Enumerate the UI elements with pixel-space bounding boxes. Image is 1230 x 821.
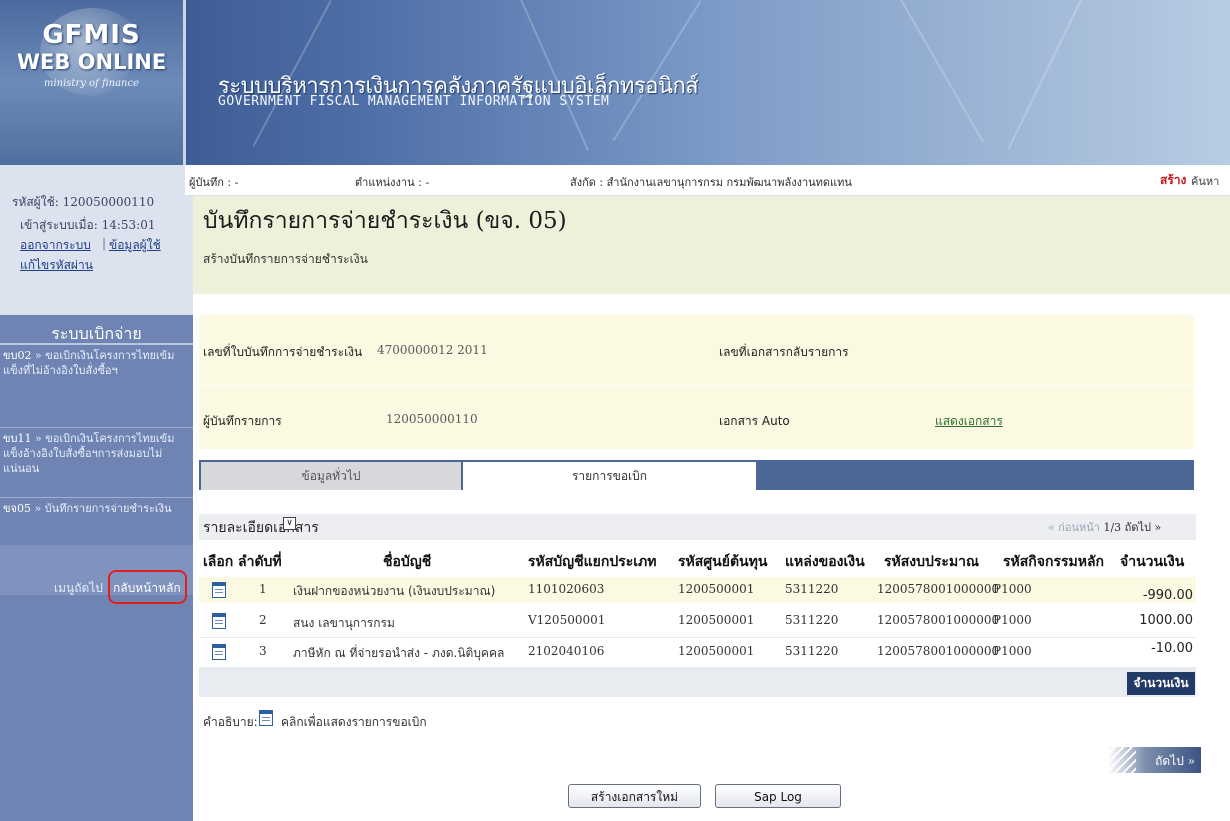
highlight-box bbox=[108, 570, 187, 604]
doc-number-label: เลขที่ใบบันทึกการจ่ายชำระเงิน bbox=[203, 345, 363, 359]
fund-source: 5311220 bbox=[785, 644, 839, 658]
detail-header bbox=[199, 514, 1196, 540]
prev-page-link[interactable]: « ก่อนหน้า bbox=[1048, 521, 1100, 534]
activity-code: P1000 bbox=[993, 644, 1032, 658]
column-header: รหัสงบประมาณ bbox=[884, 554, 980, 570]
recorder-label: ผู้บันทึก : - bbox=[189, 176, 239, 189]
banner-divider bbox=[183, 0, 186, 165]
budget-code: 1200578001000000 bbox=[877, 613, 1000, 627]
user-info-link[interactable]: ข้อมูลผู้ใช้ bbox=[109, 236, 161, 255]
system-title-english: GOVERNMENT FISCAL MANAGEMENT INFORMATION… bbox=[218, 94, 610, 109]
document-icon[interactable] bbox=[212, 644, 226, 660]
page-subtitle: สร้างบันทึกรายการจ่ายชำระเงิน bbox=[203, 252, 368, 266]
column-header: รหัสบัญชีแยกประเภท bbox=[528, 554, 657, 570]
pager: « ก่อนหน้า 1/3 ถัดไป » bbox=[1048, 518, 1161, 536]
tab-general[interactable]: ข้อมูลทั่วไป bbox=[201, 462, 461, 490]
collapse-icon[interactable]: ∨ bbox=[283, 517, 296, 530]
document-icon[interactable] bbox=[212, 582, 226, 598]
column-header: เลือก bbox=[203, 554, 234, 570]
sidebar-item-kb02[interactable]: ขบ02 » ขอเบิกเงินโครงการไทยเข้มแข็งที่ไม… bbox=[0, 346, 193, 426]
gl-code: 1101020603 bbox=[528, 582, 605, 596]
legend-text: คลิกเพื่อแสดงรายการขอเบิก bbox=[281, 715, 427, 729]
search-action[interactable]: ค้นหา bbox=[1191, 172, 1219, 190]
page-title: บันทึกรายการจ่ายชำระเงิน (ขจ. 05) bbox=[203, 208, 567, 234]
next-button[interactable]: ถัดไป » bbox=[1108, 747, 1201, 773]
auto-doc-label: เอกสาร Auto bbox=[719, 414, 790, 428]
net-amount-label: จำนวนเงินสุทธิ bbox=[1127, 672, 1195, 713]
login-time: เข้าสู่ระบบเมื่อ: 14:53:01 bbox=[20, 218, 156, 232]
account-name: สนง เลขานุการกรม bbox=[293, 616, 395, 630]
menu-divider bbox=[0, 427, 193, 428]
fund-source: 5311220 bbox=[785, 582, 839, 596]
logo-tagline: ministry of finance bbox=[43, 78, 139, 89]
column-header: รหัสศูนย์ต้นทุน bbox=[678, 554, 768, 570]
row-number: 1 bbox=[259, 582, 267, 596]
page-indicator: 1/3 bbox=[1103, 521, 1122, 534]
next-page-link[interactable]: ถัดไป » bbox=[1125, 521, 1162, 534]
gl-code: 2102040106 bbox=[528, 644, 605, 658]
column-header: ลำดับที่ bbox=[238, 554, 282, 570]
cost-center: 1200500001 bbox=[678, 613, 755, 627]
cost-center: 1200500001 bbox=[678, 582, 755, 596]
next-button-label: ถัดไป » bbox=[1155, 754, 1195, 768]
record-user-label: ผู้บันทึกรายการ bbox=[203, 414, 282, 428]
sidebar-item-kj05[interactable]: ขจ05 » บันทึกรายการจ่ายชำระเงิน bbox=[0, 499, 193, 543]
affiliation-label: สังกัด : สำนักงานเลขานุการกรม กรมพัฒนาพล… bbox=[570, 176, 852, 189]
activity-code: P1000 bbox=[993, 613, 1032, 627]
account-name: ภาษีหัก ณ ที่จ่ายรอนำส่ง - ภงด.นิติบุคคล bbox=[293, 646, 505, 660]
amount: -10.00 bbox=[1151, 641, 1193, 656]
create-new-document-button[interactable]: สร้างเอกสารใหม่ bbox=[568, 784, 701, 808]
tab-request-items[interactable]: รายการขอเบิก bbox=[463, 462, 756, 490]
fund-source: 5311220 bbox=[785, 613, 839, 627]
next-button-stripes bbox=[1108, 747, 1136, 773]
activity-code: P1000 bbox=[993, 582, 1032, 596]
logo-subtext: WEB ONLINE bbox=[16, 50, 167, 74]
logout-link[interactable]: ออกจากระบบ bbox=[20, 236, 91, 255]
row-number: 3 bbox=[259, 644, 267, 658]
row-number: 2 bbox=[259, 613, 267, 627]
column-header: จำนวนเงิน bbox=[1120, 554, 1185, 570]
document-info-panel bbox=[199, 315, 1194, 449]
column-header: แหล่งของเงิน bbox=[785, 554, 865, 570]
total-row bbox=[199, 667, 1196, 697]
account-name: เงินฝากของหน่วยงาน (เงินงบประมาณ) bbox=[293, 584, 496, 598]
gl-code: V120500001 bbox=[528, 613, 606, 627]
legend-label: คำอธิบาย: bbox=[203, 715, 258, 729]
menu-divider bbox=[0, 497, 193, 498]
menu-code: ขบ11 bbox=[3, 432, 32, 445]
position-label: ตำแหน่งงาน : - bbox=[355, 176, 430, 189]
menu-code: ขบ02 bbox=[3, 349, 32, 362]
show-document-link[interactable]: แสดงเอกสาร bbox=[935, 412, 1003, 431]
column-header: รหัสกิจกรรมหลัก bbox=[1003, 554, 1105, 570]
budget-code: 1200578001000000 bbox=[877, 582, 1000, 596]
amount: 1000.00 bbox=[1139, 613, 1193, 628]
column-header: ชื่อบัญชี bbox=[383, 554, 432, 570]
create-action[interactable]: สร้าง bbox=[1160, 171, 1186, 190]
link-separator: | bbox=[102, 236, 107, 250]
sap-log-button[interactable]: Sap Log bbox=[715, 784, 841, 808]
doc-number-value: 4700000012 2011 bbox=[377, 343, 488, 357]
amount: -990.00 bbox=[1142, 588, 1193, 603]
budget-code: 1200578001000000 bbox=[877, 644, 1000, 658]
document-icon bbox=[259, 710, 273, 726]
user-id: รหัสผู้ใช้: 120050000110 bbox=[12, 195, 155, 209]
menu-divider bbox=[0, 343, 193, 345]
menu-code: ขจ05 bbox=[3, 502, 31, 515]
detail-title: รายละเอียดเอกสาร bbox=[203, 520, 319, 536]
cost-center: 1200500001 bbox=[678, 644, 755, 658]
logo-text: GFMIS bbox=[42, 20, 141, 50]
next-menu-link[interactable]: เมนูถัดไป bbox=[54, 579, 103, 598]
reverse-doc-label: เลขที่เอกสารกลับรายการ bbox=[719, 345, 849, 359]
menu-label: » บันทึกรายการจ่ายชำระเงิน bbox=[34, 502, 172, 515]
info-divider bbox=[199, 385, 1194, 386]
document-icon[interactable] bbox=[212, 613, 226, 629]
change-password-link[interactable]: แก้ไขรหัสผ่าน bbox=[20, 256, 93, 275]
record-user-value: 120050000110 bbox=[386, 412, 478, 426]
sidebar-item-kb11[interactable]: ขบ11 » ขอเบิกเงินโครงการไทยเข้มแข็งอ้างอ… bbox=[0, 429, 193, 495]
